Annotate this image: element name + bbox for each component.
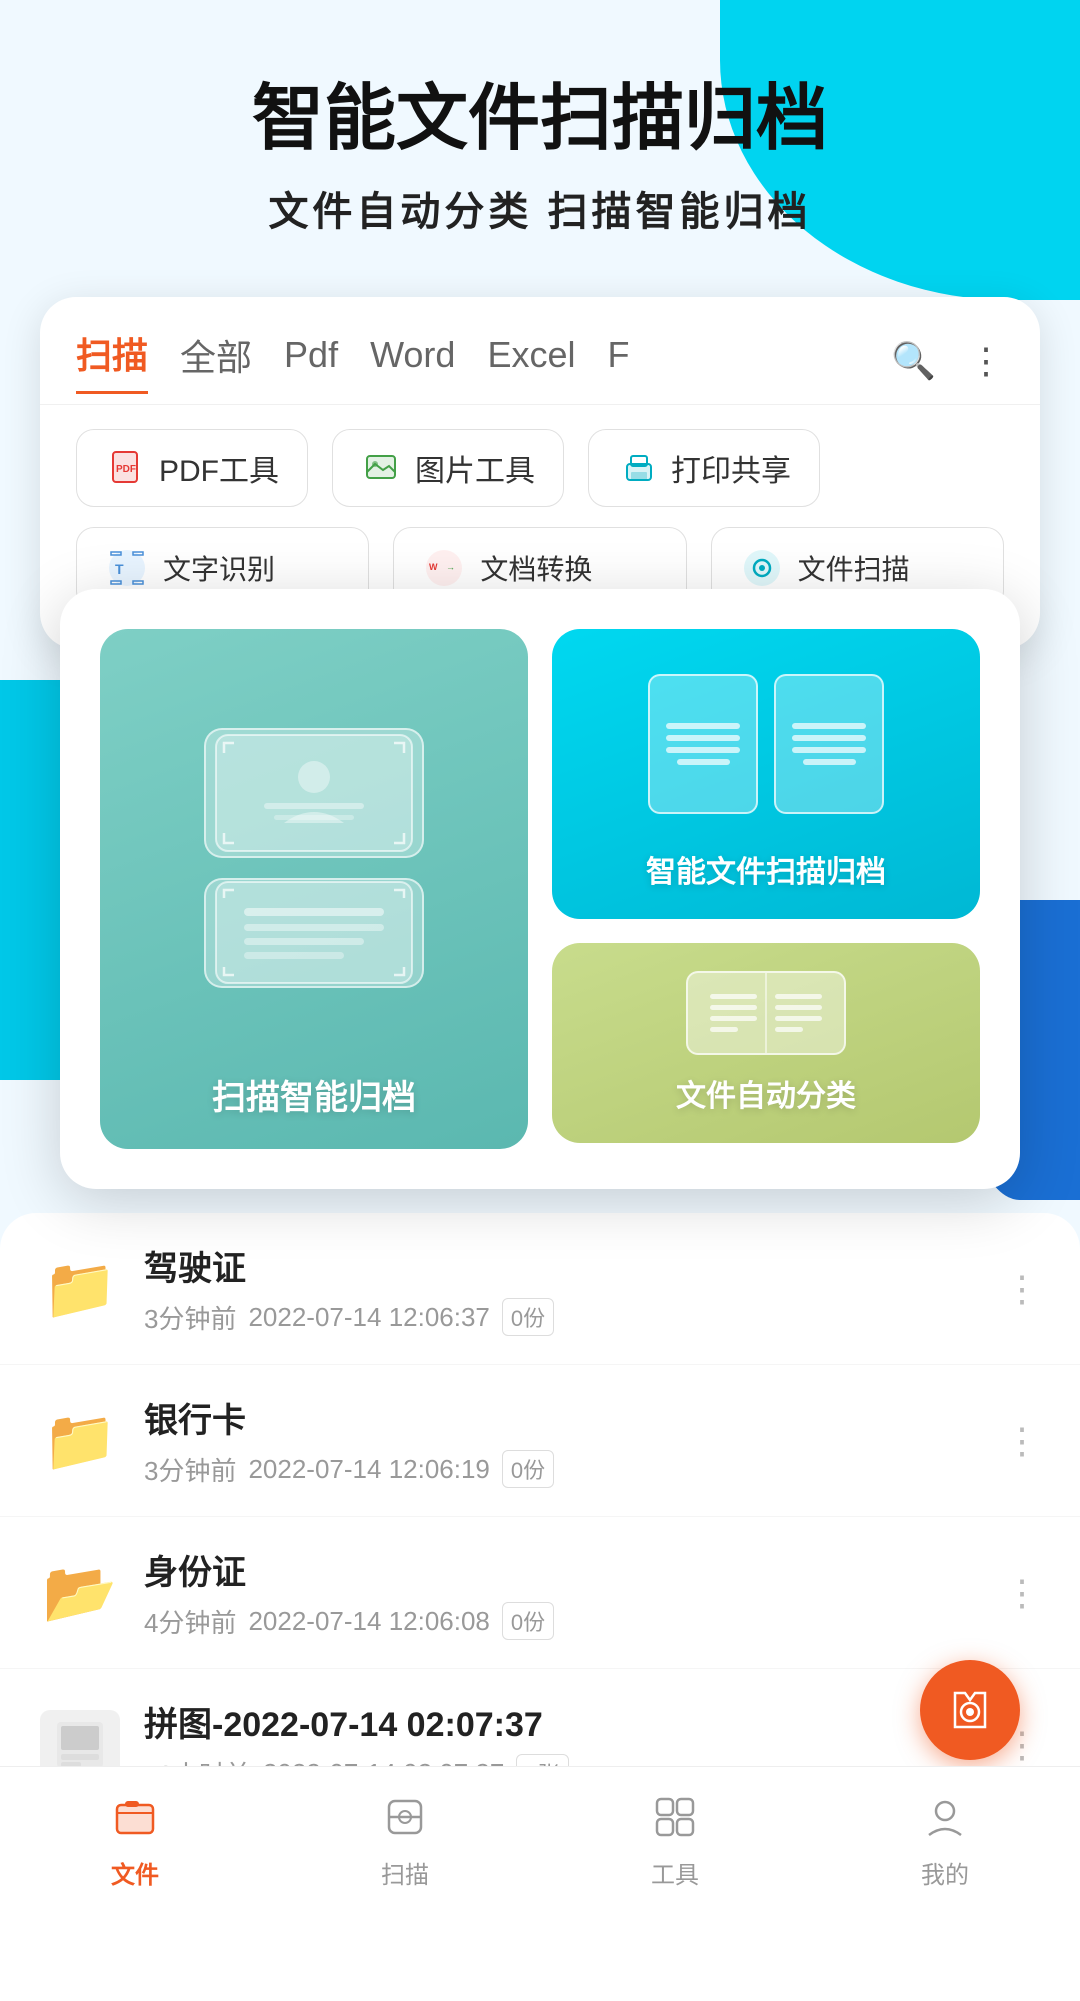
folder-icon: 📁 <box>40 1254 120 1324</box>
classify-label: 文件自动分类 <box>676 1071 856 1115</box>
file-item[interactable]: 📁 驾驶证 3分钟前 2022-07-14 12:06:37 0份 ⋮ <box>0 1213 1080 1365</box>
smart-docs <box>648 657 884 831</box>
svg-text:→: → <box>446 562 455 572</box>
smart-doc-2 <box>774 674 884 814</box>
camera-fab-button[interactable] <box>920 1660 1020 1760</box>
img-icon <box>361 446 405 490</box>
file-name: 驾驶证 <box>144 1241 980 1290</box>
bottom-nav: 文件 扫描 工具 我的 <box>0 1766 1080 1920</box>
file-item[interactable]: 📁 银行卡 3分钟前 2022-07-14 12:06:19 0份 ⋮ <box>0 1365 1080 1517</box>
right-col: 智能文件扫描归档 <box>552 629 980 1149</box>
filescan-icon <box>740 546 784 590</box>
svg-text:PDF: PDF <box>116 464 136 475</box>
pdf-icon: PDF <box>105 446 149 490</box>
file-meta: 3分钟前 2022-07-14 12:06:37 0份 <box>144 1298 980 1336</box>
file-badge: 0份 <box>502 1602 554 1640</box>
id-card-icon <box>204 728 424 858</box>
classify-button[interactable]: 文件自动分类 <box>552 943 980 1143</box>
doc-card-icon <box>204 878 424 988</box>
smart-scan-label: 智能文件扫描归档 <box>646 847 886 891</box>
mine-nav-label: 我的 <box>921 1855 969 1890</box>
hero-title: 智能文件扫描归档 <box>60 80 1020 159</box>
convert-label: 文档转换 <box>480 548 592 588</box>
img-tool-label: 图片工具 <box>415 446 535 490</box>
tab-excel[interactable]: Excel <box>487 334 575 388</box>
tab-scan[interactable]: 扫描 <box>76 327 148 394</box>
file-meta: 3分钟前 2022-07-14 12:06:19 0份 <box>144 1450 980 1488</box>
files-nav-label: 文件 <box>111 1855 159 1890</box>
print-tool-label: 打印共享 <box>671 446 791 490</box>
file-name: 银行卡 <box>144 1393 980 1442</box>
scan-nav-label: 扫描 <box>381 1855 429 1890</box>
svg-text:T: T <box>115 561 124 577</box>
file-info: 身份证 4分钟前 2022-07-14 12:06:08 0份 <box>144 1545 980 1640</box>
folder-icon: 📁 <box>40 1406 120 1476</box>
popup-card: 扫描智能归档 智能文件扫描归档 <box>60 589 1020 1189</box>
nav-mine[interactable]: 我的 <box>915 1787 975 1890</box>
more-options-icon[interactable]: ⋮ <box>1004 1420 1040 1462</box>
file-item[interactable]: 📂 身份证 4分钟前 2022-07-14 12:06:08 0份 ⋮ <box>0 1517 1080 1669</box>
tab-bar: 扫描 全部 Pdf Word Excel F 🔍 ⋮ <box>40 297 1040 405</box>
scan-archive-label: 扫描智能归档 <box>212 1070 416 1119</box>
file-badge: 0份 <box>502 1450 554 1488</box>
file-info: 银行卡 3分钟前 2022-07-14 12:06:19 0份 <box>144 1393 980 1488</box>
nav-files[interactable]: 文件 <box>105 1787 165 1890</box>
smart-scan-button[interactable]: 智能文件扫描归档 <box>552 629 980 919</box>
files-nav-icon <box>105 1787 165 1847</box>
file-badge: 0份 <box>502 1298 554 1336</box>
print-icon <box>617 446 661 490</box>
scan-icons <box>130 665 498 1050</box>
tab-all[interactable]: 全部 <box>180 329 252 393</box>
more-options-icon[interactable]: ⋮ <box>1004 1572 1040 1614</box>
scan-archive-button[interactable]: 扫描智能归档 <box>100 629 528 1149</box>
svg-text:W: W <box>429 562 438 572</box>
nav-scan[interactable]: 扫描 <box>375 1787 435 1890</box>
file-name: 身份证 <box>144 1545 980 1594</box>
tab-pdf[interactable]: Pdf <box>284 334 338 388</box>
search-icon[interactable]: 🔍 <box>891 340 936 382</box>
hero-subtitle: 文件自动分类 扫描智能归档 <box>60 179 1020 237</box>
img-tool-button[interactable]: 图片工具 <box>332 429 564 507</box>
convert-icon: W → <box>422 546 466 590</box>
book-icon <box>686 971 846 1055</box>
pdf-tool-label: PDF工具 <box>159 446 279 490</box>
scan-nav-icon <box>375 1787 435 1847</box>
nav-tools[interactable]: 工具 <box>645 1787 705 1890</box>
file-info: 驾驶证 3分钟前 2022-07-14 12:06:37 0份 <box>144 1241 980 1336</box>
tab-word[interactable]: Word <box>370 334 455 388</box>
folder-icon: 📂 <box>40 1558 120 1628</box>
ocr-icon: T <box>105 546 149 590</box>
tools-nav-icon <box>645 1787 705 1847</box>
ocr-label: 文字识别 <box>163 548 275 588</box>
filescan-label: 文件扫描 <box>798 548 910 588</box>
smart-doc-1 <box>648 674 758 814</box>
pdf-tool-button[interactable]: PDF PDF工具 <box>76 429 308 507</box>
tools-row: PDF PDF工具 图片工具 <box>40 405 1040 507</box>
hero-section: 智能文件扫描归档 文件自动分类 扫描智能归档 <box>0 0 1080 277</box>
file-name: 拼图-2022-07-14 02:07:37 <box>144 1697 980 1746</box>
more-options-icon[interactable]: ⋮ <box>1004 1268 1040 1310</box>
more-menu-icon[interactable]: ⋮ <box>968 340 1004 382</box>
tab-f[interactable]: F <box>607 334 629 388</box>
mine-nav-icon <box>915 1787 975 1847</box>
file-meta: 4分钟前 2022-07-14 12:06:08 0份 <box>144 1602 980 1640</box>
tools-nav-label: 工具 <box>651 1855 699 1890</box>
print-tool-button[interactable]: 打印共享 <box>588 429 820 507</box>
